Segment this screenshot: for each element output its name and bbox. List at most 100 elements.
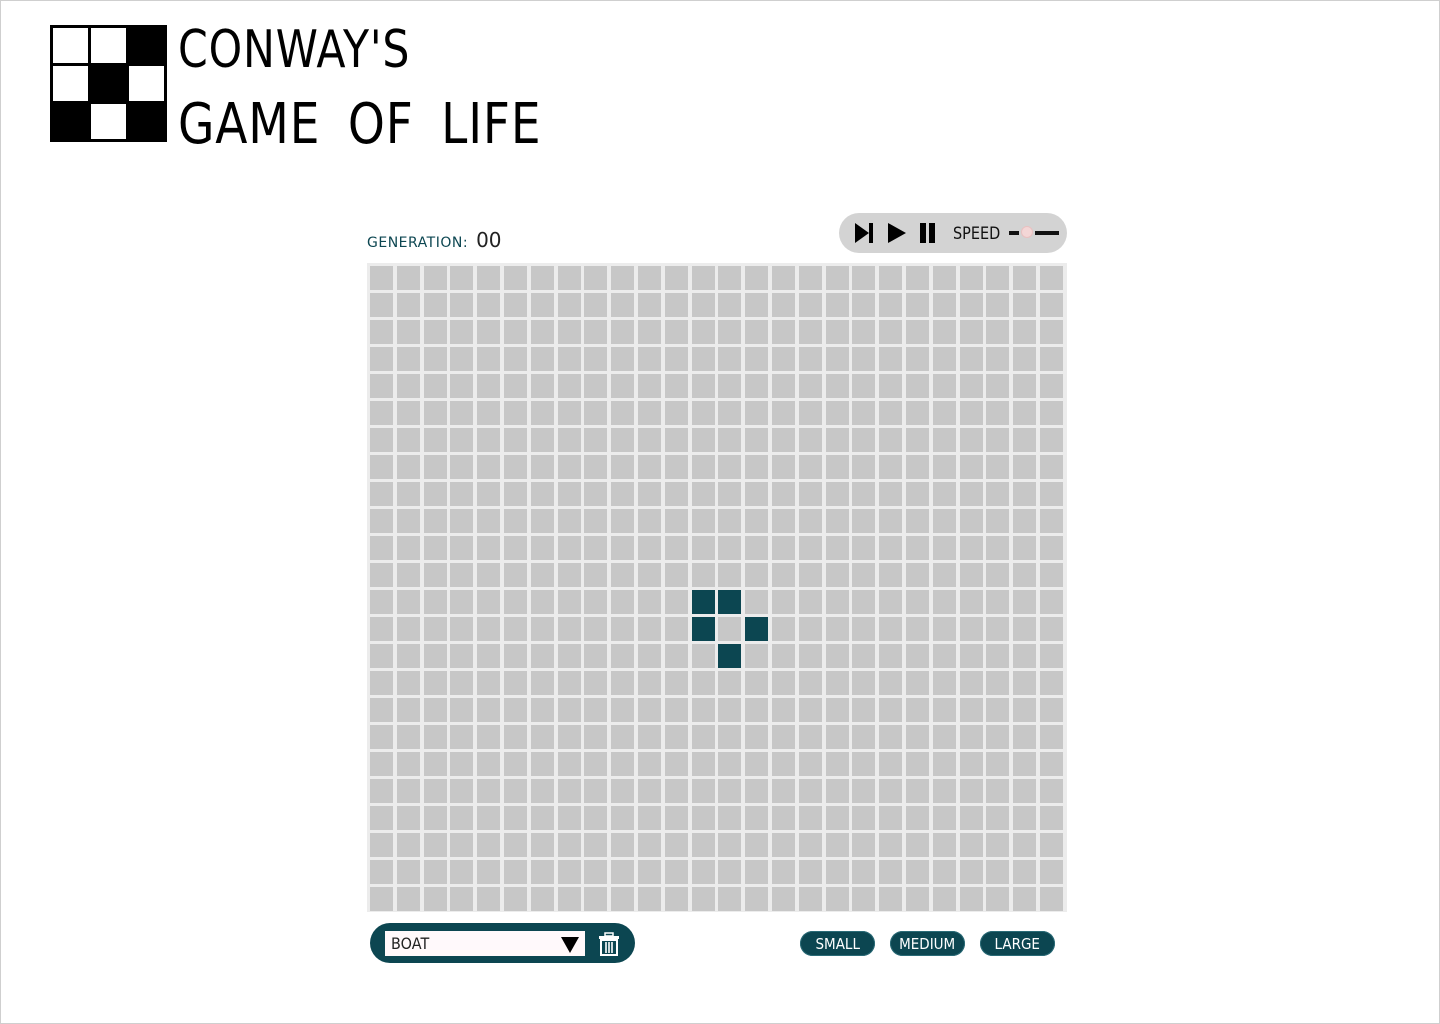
grid-cell[interactable]: [450, 833, 474, 857]
grid-cell[interactable]: [932, 536, 956, 560]
grid-cell[interactable]: [932, 293, 956, 317]
grid-cell[interactable]: [825, 428, 849, 452]
clear-board-button[interactable]: [598, 932, 620, 956]
grid-cell[interactable]: [396, 590, 420, 614]
grid-cell[interactable]: [852, 482, 876, 506]
grid-cell[interactable]: [557, 725, 581, 749]
grid-cell[interactable]: [932, 482, 956, 506]
grid-cell[interactable]: [771, 536, 795, 560]
grid-cell[interactable]: [852, 590, 876, 614]
grid-cell[interactable]: [905, 698, 929, 722]
grid-cell[interactable]: [503, 509, 527, 533]
grid-cell[interactable]: [905, 374, 929, 398]
grid-cell[interactable]: [450, 293, 474, 317]
grid-cell[interactable]: [370, 482, 393, 506]
grid-cell[interactable]: [718, 320, 742, 344]
grid-cell[interactable]: [1039, 374, 1063, 398]
grid-cell[interactable]: [852, 536, 876, 560]
grid-cell[interactable]: [530, 401, 554, 425]
grid-cell[interactable]: [1039, 833, 1063, 857]
grid-cell[interactable]: [450, 374, 474, 398]
grid-cell[interactable]: [798, 347, 822, 371]
grid-cell[interactable]: [745, 644, 769, 668]
grid-cell[interactable]: [1013, 860, 1037, 884]
grid-cell[interactable]: [450, 860, 474, 884]
grid-cell[interactable]: [905, 401, 929, 425]
grid-cell[interactable]: [771, 293, 795, 317]
grid-cell[interactable]: [637, 509, 661, 533]
grid-cell[interactable]: [691, 374, 715, 398]
grid-cell[interactable]: [691, 428, 715, 452]
grid-cell[interactable]: [879, 590, 903, 614]
grid-cell[interactable]: [637, 455, 661, 479]
size-medium-button[interactable]: MEDIUM: [890, 931, 965, 956]
grid-cell[interactable]: [637, 725, 661, 749]
grid-cell[interactable]: [745, 671, 769, 695]
grid-cell[interactable]: [825, 860, 849, 884]
grid-cell[interactable]: [879, 482, 903, 506]
grid-cell[interactable]: [370, 887, 393, 911]
grid-cell[interactable]: [691, 455, 715, 479]
grid-cell[interactable]: [959, 347, 983, 371]
grid-cell[interactable]: [637, 698, 661, 722]
grid-cell[interactable]: [905, 320, 929, 344]
grid-cell[interactable]: [423, 698, 447, 722]
grid-cell[interactable]: [637, 860, 661, 884]
grid-cell[interactable]: [798, 779, 822, 803]
grid-cell[interactable]: [370, 509, 393, 533]
grid-cell-alive[interactable]: [691, 590, 715, 614]
grid-cell[interactable]: [879, 266, 903, 290]
grid-cell[interactable]: [477, 671, 501, 695]
grid-cell[interactable]: [637, 320, 661, 344]
grid-cell[interactable]: [986, 320, 1010, 344]
grid-cell[interactable]: [637, 563, 661, 587]
grid-cell[interactable]: [530, 779, 554, 803]
grid-cell[interactable]: [530, 347, 554, 371]
grid-cell[interactable]: [798, 428, 822, 452]
grid-cell[interactable]: [450, 671, 474, 695]
grid-cell[interactable]: [959, 509, 983, 533]
grid-cell[interactable]: [370, 563, 393, 587]
grid-cell[interactable]: [450, 536, 474, 560]
grid-cell[interactable]: [1013, 887, 1037, 911]
grid-cell[interactable]: [557, 806, 581, 830]
grid-cell[interactable]: [905, 617, 929, 641]
grid-cell[interactable]: [691, 887, 715, 911]
grid-cell[interactable]: [718, 833, 742, 857]
grid-cell[interactable]: [745, 482, 769, 506]
grid-cell[interactable]: [557, 698, 581, 722]
grid-cell[interactable]: [611, 590, 635, 614]
grid-cell[interactable]: [691, 347, 715, 371]
grid-cell[interactable]: [825, 725, 849, 749]
grid-cell[interactable]: [530, 536, 554, 560]
grid-cell[interactable]: [396, 563, 420, 587]
grid-cell[interactable]: [637, 347, 661, 371]
grid-cell[interactable]: [825, 779, 849, 803]
grid-cell[interactable]: [852, 428, 876, 452]
grid-cell[interactable]: [370, 320, 393, 344]
grid-cell[interactable]: [637, 293, 661, 317]
grid-cell[interactable]: [530, 887, 554, 911]
grid-cell[interactable]: [584, 374, 608, 398]
grid-cell[interactable]: [1013, 779, 1037, 803]
grid-cell[interactable]: [611, 725, 635, 749]
grid-cell[interactable]: [584, 887, 608, 911]
grid-cell[interactable]: [986, 725, 1010, 749]
grid-cell[interactable]: [450, 428, 474, 452]
grid-cell[interactable]: [530, 752, 554, 776]
grid-cell[interactable]: [611, 860, 635, 884]
grid-cell[interactable]: [370, 428, 393, 452]
grid-cell[interactable]: [718, 698, 742, 722]
grid-cell[interactable]: [503, 833, 527, 857]
grid-cell[interactable]: [1039, 671, 1063, 695]
grid-cell[interactable]: [932, 671, 956, 695]
grid-cell[interactable]: [396, 806, 420, 830]
grid-cell[interactable]: [1039, 860, 1063, 884]
pattern-select[interactable]: BOAT: [385, 931, 585, 956]
grid-cell[interactable]: [718, 806, 742, 830]
grid-cell[interactable]: [825, 509, 849, 533]
grid-cell[interactable]: [557, 401, 581, 425]
grid-cell[interactable]: [637, 590, 661, 614]
grid-cell[interactable]: [584, 617, 608, 641]
grid-cell[interactable]: [771, 482, 795, 506]
